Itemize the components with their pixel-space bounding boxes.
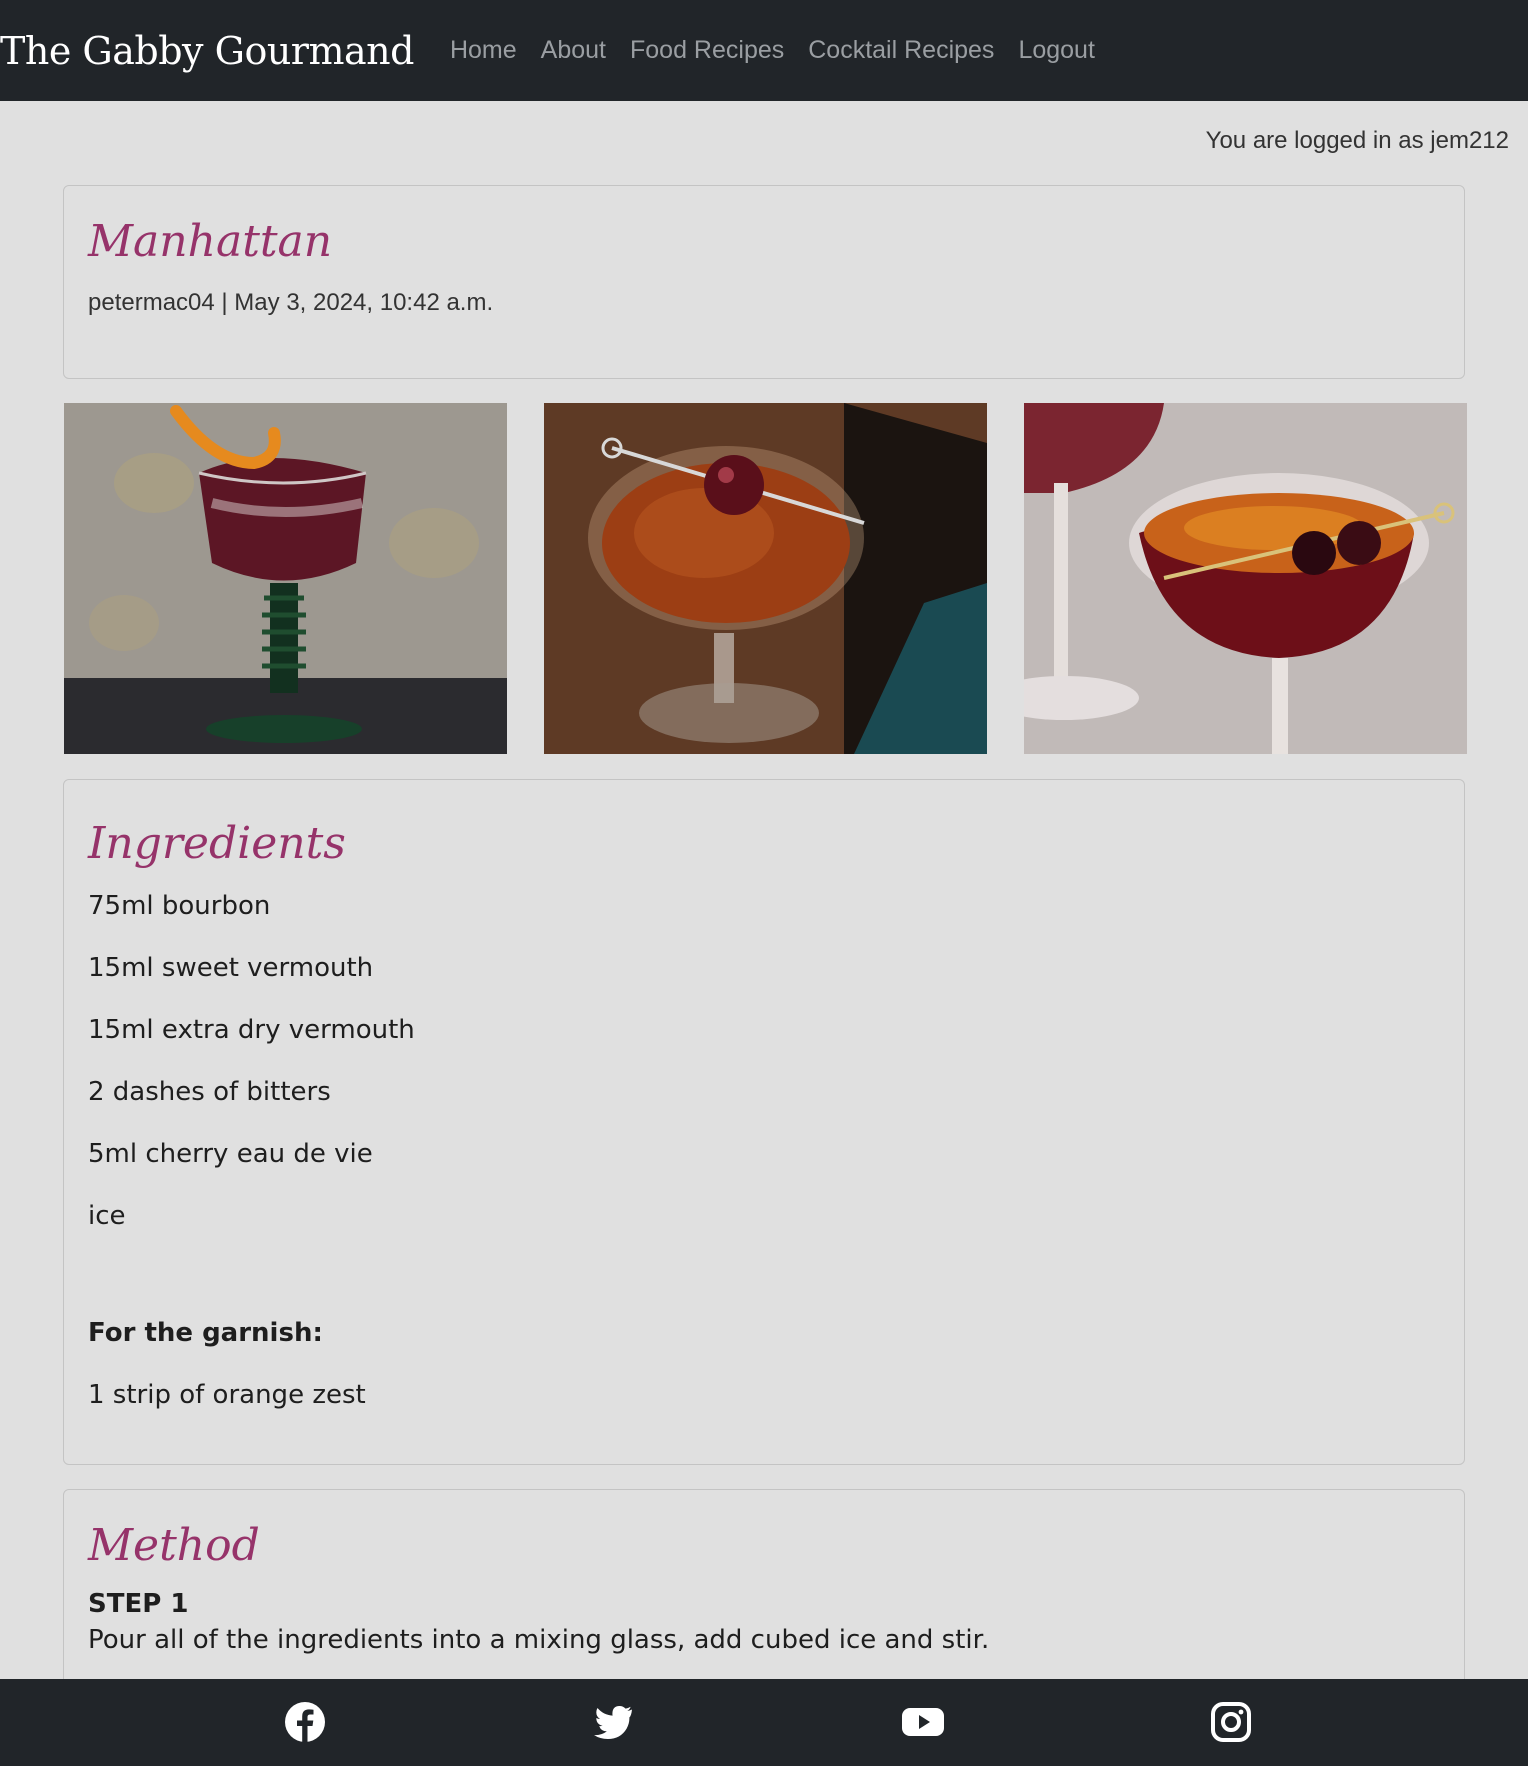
youtube-icon[interactable] [902, 1701, 944, 1743]
ingredient-item: 75ml bourbon [88, 891, 271, 921]
ingredients-card: Ingredients 75ml bourbon 15ml sweet verm… [63, 779, 1465, 1465]
nav-food-recipes-link[interactable]: Food Recipes [630, 36, 784, 65]
login-status: You are logged in as jem212 [1205, 127, 1509, 154]
ingredient-item: 15ml extra dry vermouth [88, 1015, 415, 1045]
ingredient-item: ice [88, 1201, 126, 1231]
twitter-icon[interactable] [592, 1701, 634, 1743]
recipe-header-card: Manhattan petermac04 | May 3, 2024, 10:4… [63, 185, 1465, 379]
facebook-icon[interactable] [284, 1701, 326, 1743]
nav-cocktail-recipes-link[interactable]: Cocktail Recipes [808, 36, 994, 65]
nav-logout-link[interactable]: Logout [1018, 36, 1094, 65]
recipe-meta: petermac04 | May 3, 2024, 10:42 a.m. [88, 289, 494, 316]
brand-logo[interactable]: The Gabby Gourmand [0, 29, 450, 73]
garnish-heading: For the garnish: [88, 1318, 323, 1348]
nav-about-link[interactable]: About [541, 36, 606, 65]
recipe-photo-2 [544, 403, 987, 754]
navbar: The Gabby Gourmand Home About Food Recip… [0, 0, 1528, 101]
footer [0, 1679, 1528, 1766]
garnish-item: 1 strip of orange zest [88, 1380, 366, 1410]
recipe-photo-1 [64, 403, 507, 754]
ingredient-item: 5ml cherry eau de vie [88, 1139, 373, 1169]
recipe-photo-3 [1024, 403, 1467, 754]
method-step-text: Pour all of the ingredients into a mixin… [88, 1625, 990, 1655]
recipe-title: Manhattan [88, 216, 333, 267]
instagram-icon[interactable] [1210, 1701, 1252, 1743]
method-step-label: STEP 1 [88, 1589, 189, 1619]
ingredients-heading: Ingredients [88, 818, 346, 869]
ingredient-item: 2 dashes of bitters [88, 1077, 331, 1107]
method-heading: Method [88, 1520, 260, 1571]
ingredient-item: 15ml sweet vermouth [88, 953, 374, 983]
nav-home-link[interactable]: Home [450, 36, 517, 65]
